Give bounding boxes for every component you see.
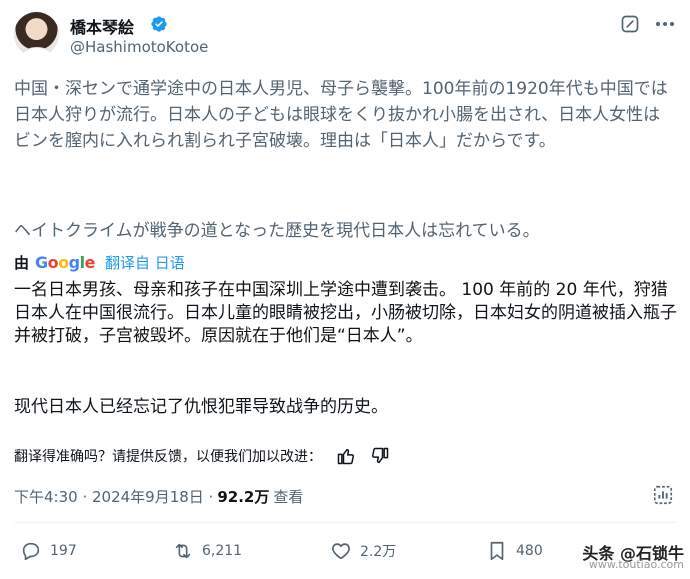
verified-badge-icon [151, 16, 167, 32]
like-button[interactable]: 2.2万 [330, 540, 396, 562]
divider [14, 522, 676, 523]
avatar[interactable] [14, 12, 59, 57]
bookmark-count: 480 [516, 543, 543, 559]
view-count-label: 查看 [273, 488, 304, 506]
translation-source-link[interactable]: 翻译自 日语 [105, 252, 185, 273]
action-bar: 197 6,211 2.2万 480 [14, 540, 676, 568]
reply-icon [22, 542, 40, 561]
feedback-prompt: 翻译得准确吗？请提供反馈，以便我们加以改进： [14, 449, 322, 465]
more-options-icon[interactable] [654, 18, 676, 30]
bookmark-icon [490, 541, 504, 561]
google-logo: Google [35, 252, 95, 272]
repost-icon [175, 543, 191, 559]
post-translated-text: 一名日本男孩、母亲和孩子在中国深圳上学途中遭到袭击。 100 年前的 20 年代… [14, 280, 677, 346]
grok-icon[interactable] [620, 14, 640, 34]
analytics-icon[interactable] [652, 484, 674, 506]
translation-feedback: 翻译得准确吗？请提供反馈，以便我们加以改进： [14, 444, 390, 468]
watermark-url: www.toutiao.com [588, 558, 684, 571]
reply-button[interactable]: 197 [20, 540, 77, 562]
translation-attribution: 由 Google 翻译自 日语 [14, 250, 185, 274]
reply-count: 197 [50, 543, 77, 559]
post-original-text-2: ヘイトクライムが戦争の道となった歴史を現代日本人は忘れている。 [14, 221, 540, 241]
post-original-text: 中国・深センで通学途中の日本人男児、母子ら襲撃。100年前の1920年代も中国で… [14, 79, 668, 151]
view-count: 92.2万 [217, 488, 270, 506]
author-handle[interactable]: @HashimotoKotoe [70, 38, 208, 56]
translated-by-label: 由 [14, 253, 30, 272]
heart-icon [332, 543, 350, 560]
bookmark-button[interactable]: 480 [486, 540, 543, 562]
author-name[interactable]: 橋本琴絵 [70, 14, 134, 38]
watermark: 头条 @石锁牛 www.toutiao.com [582, 540, 684, 571]
post-timestamp[interactable]: 下午4:30 · 2024年9月18日 · [14, 486, 213, 507]
repost-button[interactable]: 6,211 [172, 540, 242, 562]
post-translated-text-2: 现代日本人已经忘记了仇恨犯罪导致战争的历史。 [14, 397, 388, 417]
post-header: 橋本琴絵 @HashimotoKotoe [14, 12, 676, 64]
like-count: 2.2万 [360, 544, 397, 560]
post-metadata: 下午4:30 · 2024年9月18日 · 92.2万 查看 [14, 486, 303, 507]
thumbs-down-icon[interactable] [370, 446, 390, 466]
repost-count: 6,211 [202, 543, 243, 559]
thumbs-up-icon[interactable] [336, 446, 356, 466]
